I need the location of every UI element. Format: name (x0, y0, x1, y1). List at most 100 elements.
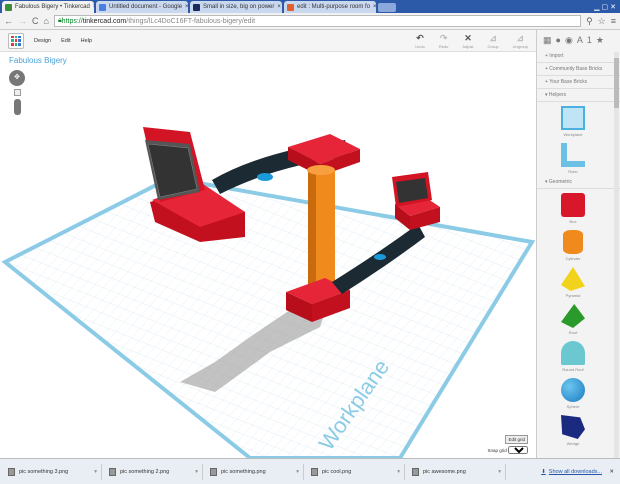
chevron-down-icon[interactable]: ▾ (498, 469, 501, 475)
shape-icon[interactable]: ● (556, 35, 561, 45)
file-icon (412, 467, 419, 476)
pyramid-icon (561, 267, 585, 291)
tab-bar: Fabulous Bigery • Tinkercad× Untitled do… (0, 0, 620, 13)
tab-edit-room[interactable]: edit : Multi-purpose room fo × (284, 1, 376, 13)
address-bar: ← → C ⌂ 🔒︎ https://tinkercad.com/things/l… (0, 13, 620, 30)
gear-icon[interactable]: ◉ (565, 35, 573, 46)
ungroup-icon: ⊿ (516, 32, 525, 43)
downloads-bar: pic something 3.png ▾ pic something 2.png… (0, 458, 620, 484)
workplane-icon (561, 106, 585, 130)
search-icon[interactable]: ⚲ (586, 16, 593, 27)
ungroup-button[interactable]: ⊿ Ungroup (513, 33, 528, 49)
sidebar-scrollbar[interactable] (614, 52, 619, 458)
shape-wedge[interactable]: Wedge (537, 411, 609, 448)
sidebar: ▦ ● ◉ A 1 ★ + Import + Community Base Br… (536, 30, 620, 458)
menu-icon[interactable]: ≡ (611, 16, 616, 26)
section-helpers[interactable]: ▾ Helpers (537, 89, 620, 102)
close-tab-icon[interactable]: × (373, 4, 376, 10)
home-icon[interactable]: ⌂ (44, 16, 49, 26)
section-geometric[interactable]: ▾ Geometric (537, 176, 620, 189)
round-roof-icon (561, 341, 585, 365)
bookmark-star-icon[interactable]: ☆ (598, 16, 606, 27)
adjust-button[interactable]: ✕ Adjust (462, 33, 473, 49)
new-tab-button[interactable] (378, 3, 396, 12)
shape-round-roof[interactable]: Round Roof (537, 337, 609, 374)
tab-tinkercad[interactable]: Fabulous Bigery • Tinkercad× (2, 1, 94, 13)
design-title[interactable]: Fabulous Bigery (9, 56, 67, 65)
section-import[interactable]: + Import (537, 50, 620, 63)
minimize-icon[interactable]: ▁ (594, 3, 599, 11)
close-window-icon[interactable]: ✕ (610, 3, 616, 11)
view-controls: ✥ (9, 70, 25, 115)
text-icon[interactable]: A (577, 35, 583, 45)
snap-grid-select[interactable]: 1.0 (508, 446, 528, 454)
undo-button[interactable]: ↶ Undo (415, 33, 425, 49)
download-item[interactable]: pic something 2.png ▾ (105, 463, 203, 480)
chevron-down-icon[interactable]: ▾ (397, 469, 400, 475)
shape-cylinder[interactable]: Cylinder (537, 226, 609, 263)
chevron-down-icon[interactable]: ▾ (94, 469, 97, 475)
workplane[interactable] (1, 175, 536, 458)
back-icon[interactable]: ← (4, 16, 13, 26)
page-favicon-icon (193, 3, 200, 11)
tinkercad-toolbar: Design Edit Help ↶ Undo ↷ Redo ✕ Adjust ⊿ Gr… (0, 30, 536, 52)
close-downloads-icon[interactable]: ✕ (609, 469, 614, 475)
close-tab-icon[interactable]: × (185, 4, 188, 10)
grid-icon[interactable]: ▦ (543, 35, 552, 46)
menu-edit[interactable]: Edit (61, 38, 70, 44)
shape-sphere[interactable]: Sphere (537, 374, 609, 411)
show-all-downloads-link[interactable]: ⬇ Show all downloads... (541, 469, 616, 475)
orange-cylinder[interactable] (307, 165, 335, 295)
3d-viewport[interactable]: Workplane Fabulous Bigery ✥ Edit grid Sn… (0, 52, 536, 458)
download-item[interactable]: pic something 3.png ▾ (4, 463, 102, 480)
shape-pyramid[interactable]: Pyramid (537, 263, 609, 300)
file-icon (109, 467, 116, 476)
download-item[interactable]: pic something.png ▾ (206, 463, 304, 480)
tab-google-doc[interactable]: Untitled document - Google × (96, 1, 188, 13)
orbit-control-icon[interactable]: ✥ (9, 70, 25, 86)
star-icon[interactable]: ★ (596, 35, 604, 46)
close-tab-icon[interactable]: × (93, 4, 94, 10)
shape-roof[interactable]: Roof (537, 300, 609, 337)
sphere-icon (561, 378, 585, 402)
redo-button[interactable]: ↷ Redo (439, 33, 449, 49)
scene[interactable]: Workplane (0, 52, 536, 458)
close-tab-icon[interactable]: × (277, 4, 281, 10)
page-favicon-icon (287, 3, 294, 11)
home-view-icon[interactable] (13, 89, 21, 96)
file-icon (210, 467, 217, 476)
section-community[interactable]: + Community Base Bricks (537, 63, 620, 76)
adjust-icon: ✕ (464, 32, 472, 43)
ruler-icon (561, 143, 585, 167)
url-input[interactable]: 🔒︎ https://tinkercad.com/things/lLc4DoC16… (53, 15, 582, 27)
chevron-down-icon[interactable]: ▾ (296, 469, 299, 475)
undo-icon: ↶ (416, 32, 424, 43)
tinkercad-logo[interactable] (8, 32, 24, 49)
docs-favicon-icon (99, 3, 106, 11)
number-icon[interactable]: 1 (587, 35, 592, 45)
right-block[interactable] (392, 172, 440, 230)
group-button[interactable]: ⊿ Group (488, 33, 499, 49)
reload-icon[interactable]: C (32, 16, 39, 26)
tab-small-in-size[interactable]: Small in size, big on power × (190, 1, 282, 13)
group-icon: ⊿ (489, 32, 497, 43)
menu-design[interactable]: Design (34, 38, 51, 44)
wedge-icon (561, 415, 585, 439)
menu-help[interactable]: Help (81, 38, 92, 44)
file-icon (311, 467, 318, 476)
helper-workplane[interactable]: Workplane (537, 102, 609, 139)
download-item[interactable]: pic awesome.png ▾ (408, 463, 506, 480)
redo-icon: ↷ (439, 32, 448, 43)
chevron-down-icon[interactable]: ▾ (195, 469, 198, 475)
maximize-icon[interactable]: ▢ (602, 3, 609, 11)
box-icon (561, 193, 585, 217)
zoom-slider[interactable] (13, 99, 21, 115)
download-item[interactable]: pic cool.png ▾ (307, 463, 405, 480)
shape-box[interactable]: Box (537, 189, 609, 226)
roof-icon (561, 304, 585, 328)
edit-grid-button[interactable]: Edit grid (505, 435, 528, 444)
helper-ruler[interactable]: Ruler (537, 139, 609, 176)
grid-settings: Edit grid Snap grid 1.0 (487, 435, 528, 454)
section-your-bricks[interactable]: + Your Base Bricks (537, 76, 620, 89)
forward-icon[interactable]: → (18, 16, 27, 26)
